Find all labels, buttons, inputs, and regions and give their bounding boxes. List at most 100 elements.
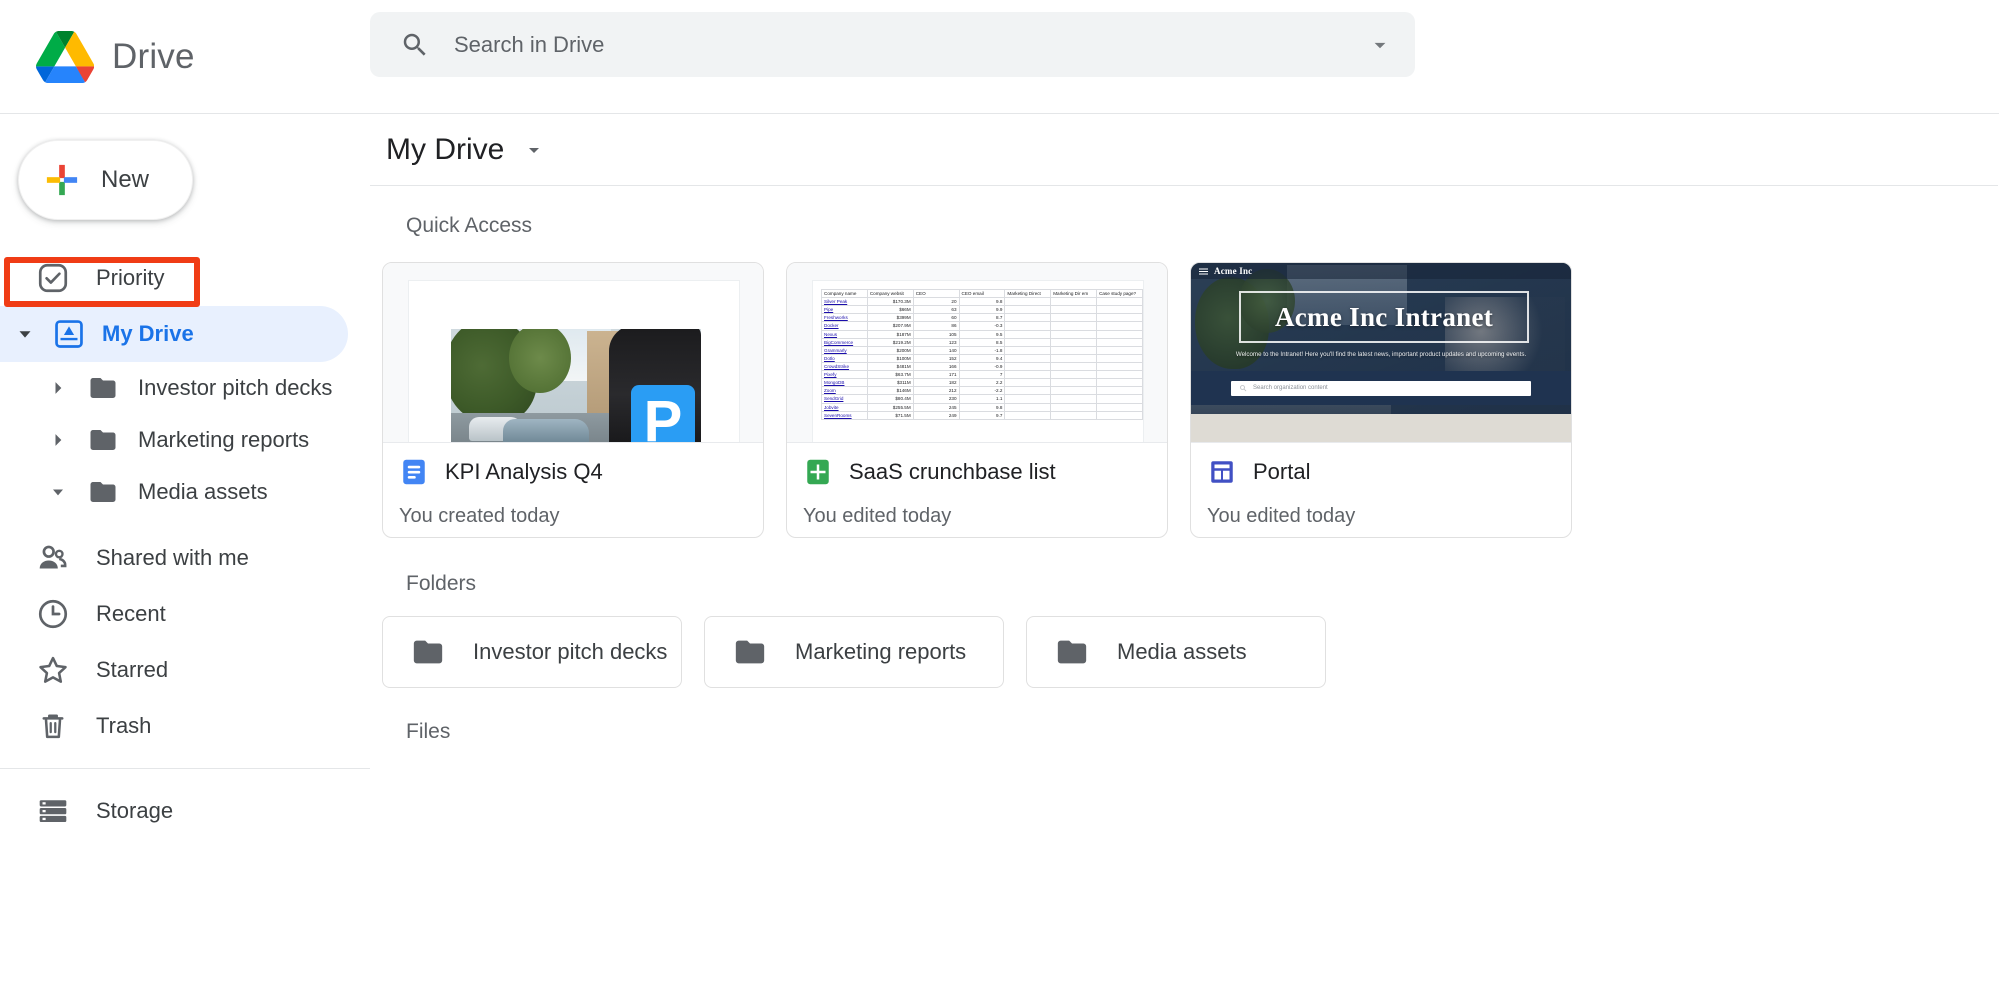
spreadsheet-cell bbox=[1005, 371, 1051, 379]
chevron-down-icon[interactable] bbox=[48, 482, 68, 502]
spreadsheet-row: Dotlo$100M1529.4 bbox=[822, 354, 1143, 362]
spreadsheet-cell bbox=[1097, 338, 1143, 346]
spreadsheet-cell: 20 bbox=[913, 298, 959, 306]
card-meta: SaaS crunchbase list You edited today bbox=[787, 443, 1167, 528]
spreadsheet-cell bbox=[1005, 395, 1051, 403]
chevron-down-icon[interactable] bbox=[522, 138, 546, 162]
card-thumbnail: Acme Inc Acme Inc Intranet Welcome to th… bbox=[1191, 263, 1571, 443]
spreadsheet-cell: -1.8 bbox=[959, 346, 1005, 354]
star-icon bbox=[36, 653, 70, 687]
sidebar-divider bbox=[0, 768, 370, 769]
spreadsheet-cell bbox=[1005, 346, 1051, 354]
sidebar-item-priority[interactable]: Priority bbox=[0, 250, 348, 306]
spreadsheet-cell bbox=[1051, 371, 1097, 379]
my-drive-icon bbox=[52, 317, 86, 351]
spreadsheet-cell: Jobvite bbox=[822, 403, 868, 411]
spreadsheet-header-cell: CEO bbox=[913, 290, 959, 298]
clock-icon bbox=[36, 597, 70, 631]
spreadsheet-cell: $146M bbox=[867, 387, 913, 395]
quick-access-card[interactable]: Acme Inc Acme Inc Intranet Welcome to th… bbox=[1190, 262, 1572, 538]
folders-title: Folders bbox=[370, 538, 1999, 596]
spreadsheet-cell: Zoom bbox=[822, 387, 868, 395]
spreadsheet-cell bbox=[1097, 362, 1143, 370]
chevron-down-icon[interactable] bbox=[14, 323, 36, 345]
spreadsheet-cell bbox=[1051, 306, 1097, 314]
spreadsheet-cell: 86 bbox=[913, 322, 959, 330]
sidebar-tree-media-assets[interactable]: Media assets bbox=[0, 466, 370, 518]
card-thumbnail: P bbox=[383, 263, 763, 443]
sidebar-item-my-drive[interactable]: My Drive bbox=[0, 306, 348, 362]
quick-access-card[interactable]: Company nameCompany websitCEOCEO emailMa… bbox=[786, 262, 1168, 538]
chevron-right-icon[interactable] bbox=[48, 378, 68, 398]
sidebar-item-trash[interactable]: Trash bbox=[0, 698, 348, 754]
spreadsheet-row: Pixefy$63.7M1717 bbox=[822, 371, 1143, 379]
spreadsheet-cell: 9.8 bbox=[959, 298, 1005, 306]
spreadsheet-cell bbox=[1005, 403, 1051, 411]
spreadsheet-cell: 249 bbox=[913, 411, 959, 419]
spreadsheet-cell bbox=[1051, 362, 1097, 370]
spreadsheet-cell: -2.2 bbox=[959, 387, 1005, 395]
sidebar-tree-label: Marketing reports bbox=[138, 427, 309, 453]
sidebar-item-label: Starred bbox=[96, 657, 168, 683]
card-subtitle: You edited today bbox=[1207, 487, 1571, 528]
spreadsheet-cell: SendGrid bbox=[822, 395, 868, 403]
folder-chip[interactable]: Media assets bbox=[1026, 616, 1326, 688]
folder-chip[interactable]: Marketing reports bbox=[704, 616, 1004, 688]
spreadsheet-cell bbox=[1051, 379, 1097, 387]
sidebar-item-storage[interactable]: Storage bbox=[0, 783, 348, 839]
site-hero-box: Acme Inc Intranet bbox=[1239, 291, 1529, 343]
spreadsheet-cell: 140 bbox=[913, 346, 959, 354]
folder-icon bbox=[411, 635, 445, 669]
search-bar[interactable] bbox=[370, 12, 1415, 77]
chevron-down-icon[interactable] bbox=[1367, 32, 1393, 58]
spreadsheet-cell: Pipe bbox=[822, 306, 868, 314]
folder-chip[interactable]: Investor pitch decks bbox=[382, 616, 682, 688]
spreadsheet-row: Zoom$146M212-2.2 bbox=[822, 387, 1143, 395]
sidebar-tree-investor-pitch-decks[interactable]: Investor pitch decks bbox=[0, 362, 370, 414]
site-hero-title: Acme Inc Intranet bbox=[1275, 302, 1493, 333]
spreadsheet-row: CrowdStrike$481M166-0.9 bbox=[822, 362, 1143, 370]
spreadsheet-cell: 9.4 bbox=[959, 354, 1005, 362]
spreadsheet-cell bbox=[1005, 338, 1051, 346]
chevron-right-icon[interactable] bbox=[48, 430, 68, 450]
brand-area[interactable]: Drive bbox=[0, 0, 370, 113]
sidebar-item-shared-with-me[interactable]: Shared with me bbox=[0, 530, 348, 586]
sidebar-item-starred[interactable]: Starred bbox=[0, 642, 348, 698]
drive-app: Drive New bbox=[0, 0, 1999, 987]
google-sheets-icon bbox=[803, 457, 833, 487]
spreadsheet-cell bbox=[1097, 411, 1143, 419]
spreadsheet-cell bbox=[1097, 346, 1143, 354]
spreadsheet-cell bbox=[1005, 298, 1051, 306]
quick-access-card[interactable]: P KPI Analysis Q4 You create bbox=[382, 262, 764, 538]
sidebar-item-label: Storage bbox=[96, 798, 173, 824]
card-title-row: KPI Analysis Q4 bbox=[399, 457, 763, 487]
plus-icon bbox=[45, 163, 79, 197]
spreadsheet-cell: 152 bbox=[913, 354, 959, 362]
breadcrumb-title[interactable]: My Drive bbox=[386, 133, 504, 167]
spreadsheet-cell: 8.5 bbox=[959, 338, 1005, 346]
spreadsheet-cell bbox=[1051, 298, 1097, 306]
spreadsheet-cell: Docker bbox=[822, 322, 868, 330]
spreadsheet-cell: $71.5M bbox=[867, 411, 913, 419]
spreadsheet-cell: Grammarly bbox=[822, 346, 868, 354]
spreadsheet-cell bbox=[1051, 403, 1097, 411]
spreadsheet-cell: Freshworks bbox=[822, 314, 868, 322]
card-file-name: SaaS crunchbase list bbox=[849, 459, 1056, 485]
new-button[interactable]: New bbox=[18, 140, 193, 220]
search-input[interactable] bbox=[454, 32, 1367, 58]
spreadsheet-cell bbox=[1005, 354, 1051, 362]
spreadsheet-cell bbox=[1005, 362, 1051, 370]
spreadsheet-row: MongoDB$311M1822.2 bbox=[822, 379, 1143, 387]
spreadsheet-row: SendGrid$80.4M2301.1 bbox=[822, 395, 1143, 403]
spreadsheet-row: Nexus$187M1059.5 bbox=[822, 330, 1143, 338]
card-file-name: Portal bbox=[1253, 459, 1310, 485]
breadcrumb: My Drive bbox=[370, 114, 1998, 186]
sidebar-tree-marketing-reports[interactable]: Marketing reports bbox=[0, 414, 370, 466]
spreadsheet-cell bbox=[1051, 395, 1097, 403]
spreadsheet-cell bbox=[1097, 395, 1143, 403]
spreadsheet-cell: 212 bbox=[913, 387, 959, 395]
sidebar-item-recent[interactable]: Recent bbox=[0, 586, 348, 642]
spreadsheet-cell: SevenRooms bbox=[822, 411, 868, 419]
spreadsheet-cell: 9.7 bbox=[959, 411, 1005, 419]
spreadsheet-cell bbox=[1051, 354, 1097, 362]
